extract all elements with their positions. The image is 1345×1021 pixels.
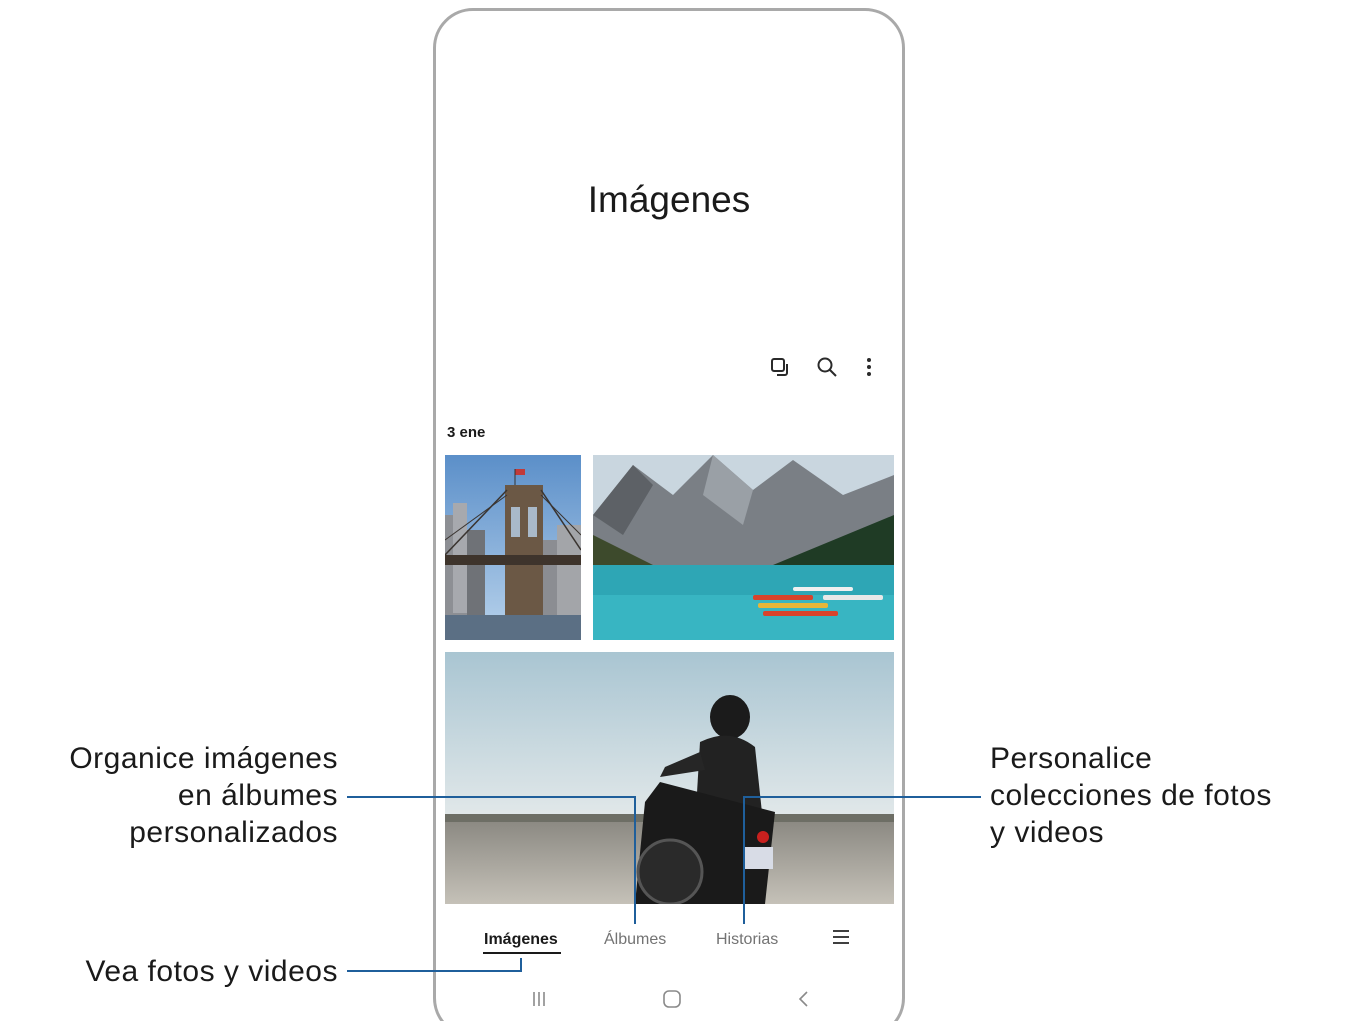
date-header: 3 ene [447, 424, 486, 441]
select-icon[interactable] [765, 352, 795, 382]
stories-leader-line [743, 796, 981, 798]
pictures-leader-line [347, 970, 522, 972]
back-icon[interactable] [794, 989, 814, 1009]
stories-callout-line-2: colecciones de fotos [990, 779, 1272, 812]
stories-callout-line-1: Personalice [990, 742, 1153, 775]
phone-frame: Imágenes 3 ene Imágenes Álbumes Historia… [433, 8, 905, 1021]
page-title: Imágenes [587, 179, 751, 220]
albums-callout-line-3: personalizados [129, 816, 338, 849]
pictures-leader-drop [520, 958, 522, 972]
home-icon[interactable] [662, 989, 682, 1009]
tab-imagenes[interactable]: Imágenes [484, 931, 558, 949]
tab-historias[interactable]: Historias [716, 931, 778, 949]
albums-callout: Organice imágenes en álbumes personaliza… [69, 740, 338, 851]
stories-callout: Personalice colecciones de fotos y video… [990, 740, 1272, 851]
mountain-lake-photo[interactable] [593, 455, 894, 640]
menu-icon[interactable] [831, 927, 851, 952]
recent-apps-icon[interactable] [529, 989, 549, 1009]
bridge-photo[interactable] [445, 455, 581, 640]
pictures-callout: Vea fotos y videos [86, 953, 339, 990]
active-tab-indicator [483, 952, 561, 954]
more-options-icon[interactable] [854, 352, 884, 382]
albums-leader-line [347, 796, 636, 798]
albums-callout-line-2: en álbumes [177, 779, 338, 812]
pictures-callout-line-1: Vea fotos y videos [85, 955, 338, 988]
albums-leader-drop [634, 796, 636, 924]
stories-callout-line-3: y videos [990, 816, 1105, 849]
search-icon[interactable] [812, 352, 842, 382]
albums-callout-line-1: Organice imágenes [69, 742, 338, 775]
stories-leader-drop [743, 796, 745, 924]
screen: Imágenes 3 ene Imágenes Álbumes Historia… [0, 0, 1345, 1021]
motorcycle-rider-photo[interactable] [445, 652, 894, 904]
tab-albumes[interactable]: Álbumes [604, 931, 666, 949]
